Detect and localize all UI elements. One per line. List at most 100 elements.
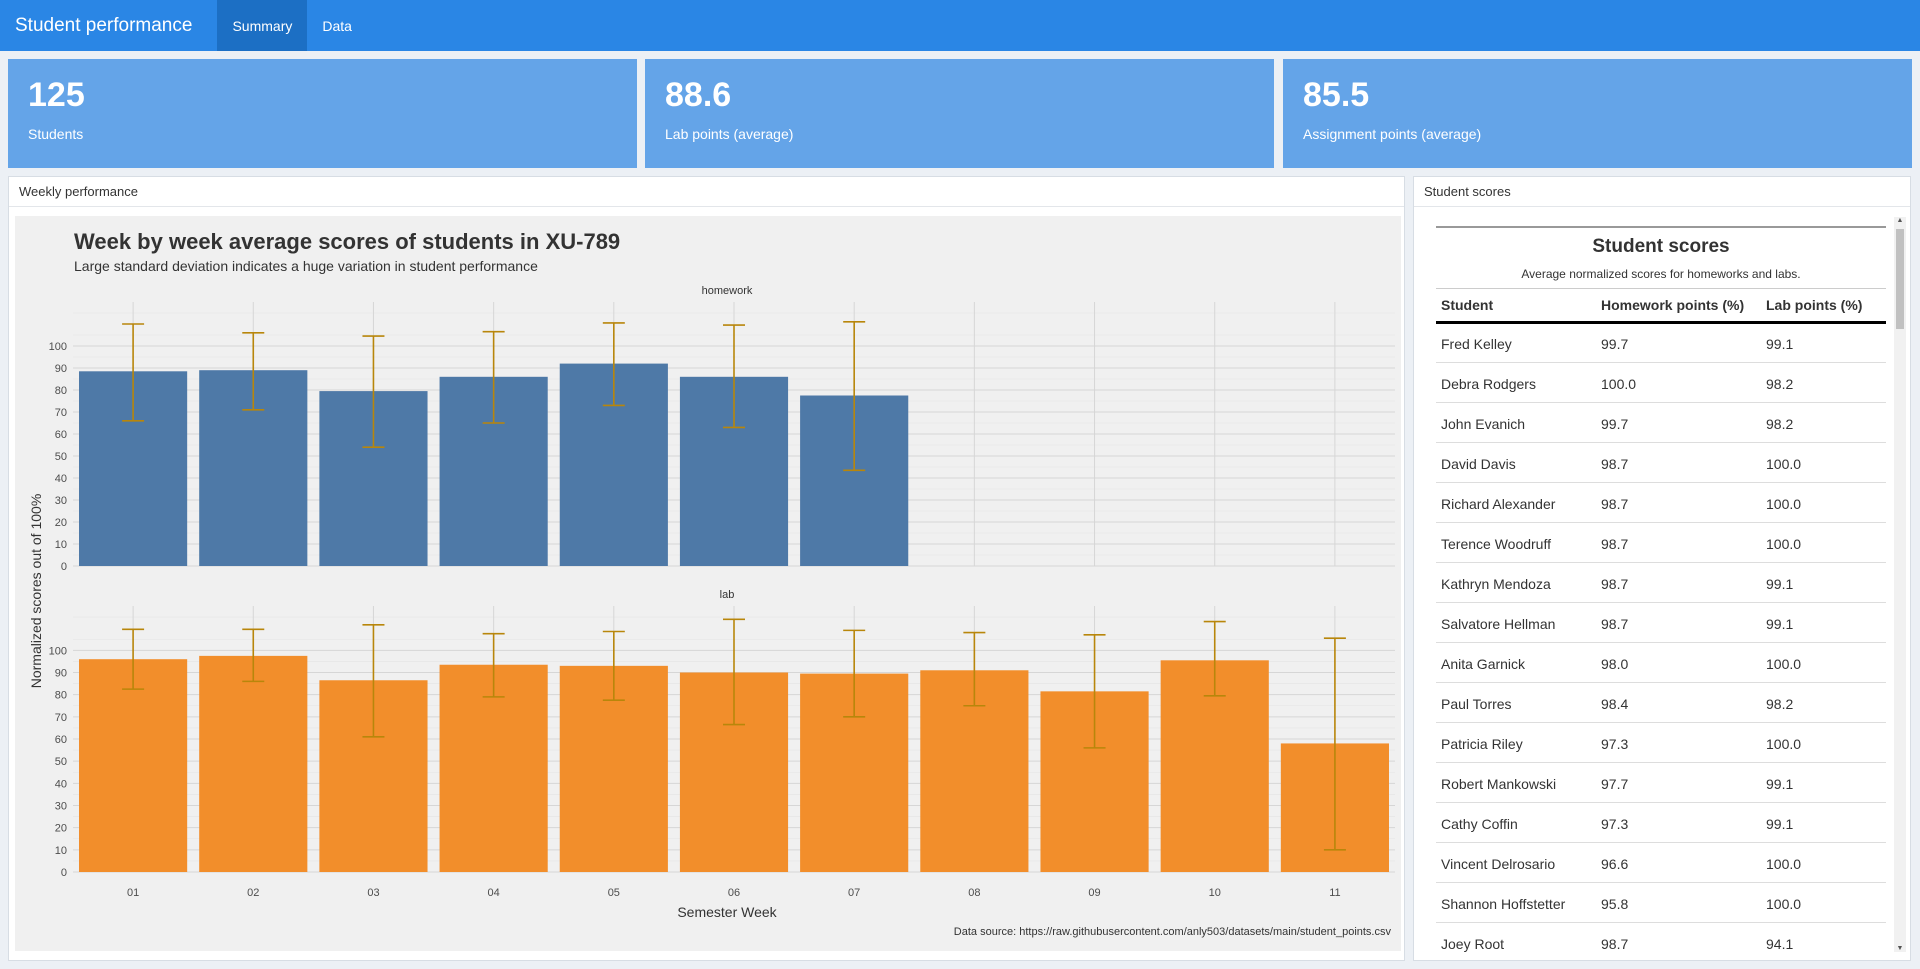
cell-lab-points: 98.2 <box>1761 402 1886 443</box>
cell-homework-points: 96.6 <box>1596 842 1761 883</box>
scores-table-scroll[interactable]: Student scores Average normalized scores… <box>1414 208 1910 960</box>
y-tick-label: 40 <box>55 473 67 485</box>
cell-homework-points: 100.0 <box>1596 362 1761 403</box>
table-header-row: Student Homework points (%) Lab points (… <box>1436 289 1886 324</box>
y-tick-label: 70 <box>55 407 67 419</box>
cell-homework-points: 97.3 <box>1596 722 1761 763</box>
student-scores-table: Student Homework points (%) Lab points (… <box>1436 289 1886 960</box>
cell-homework-points: 95.8 <box>1596 882 1761 923</box>
tab-summary[interactable]: Summary <box>217 0 308 51</box>
cell-student: Kathryn Mendoza <box>1436 562 1596 603</box>
cell-homework-points: 98.7 <box>1596 922 1761 960</box>
cell-homework-points: 98.7 <box>1596 442 1761 483</box>
table-row: Patricia Riley 97.3 100.0 <box>1436 722 1886 763</box>
cell-student: Robert Mankowski <box>1436 762 1596 803</box>
table-row: Kathryn Mendoza 98.7 99.1 <box>1436 562 1886 603</box>
y-tick-label: 60 <box>55 734 67 746</box>
cell-lab-points: 100.0 <box>1761 442 1886 483</box>
tab-data[interactable]: Data <box>307 0 367 51</box>
x-tick-label: 06 <box>728 887 740 899</box>
table-row: Robert Mankowski 97.7 99.1 <box>1436 762 1886 803</box>
cell-student: Terence Woodruff <box>1436 522 1596 563</box>
x-tick-label: 01 <box>127 887 139 899</box>
cell-student: Patricia Riley <box>1436 722 1596 763</box>
cell-homework-points: 99.7 <box>1596 402 1761 443</box>
table-row: Salvatore Hellman 98.7 99.1 <box>1436 602 1886 643</box>
cell-lab-points: 99.1 <box>1761 762 1886 803</box>
x-tick-label: 07 <box>848 887 860 899</box>
cell-lab-points: 99.1 <box>1761 802 1886 843</box>
y-tick-label: 70 <box>55 712 67 724</box>
y-tick-label: 100 <box>49 645 67 657</box>
cell-student: Shannon Hoffstetter <box>1436 882 1596 923</box>
table-scrollbar[interactable]: ▲ ▼ <box>1894 217 1906 952</box>
column-header-student[interactable]: Student <box>1436 289 1596 324</box>
cell-lab-points: 100.0 <box>1761 842 1886 883</box>
column-header-homework[interactable]: Homework points (%) <box>1596 289 1761 324</box>
bar-lab-week-01 <box>79 659 188 872</box>
x-axis-title: Semester Week <box>677 904 777 920</box>
cell-lab-points: 100.0 <box>1761 722 1886 763</box>
table-row: Anita Garnick 98.0 100.0 <box>1436 642 1886 683</box>
chart-area: Week by week average scores of students … <box>15 216 1401 951</box>
cell-homework-points: 98.0 <box>1596 642 1761 683</box>
value-box-label: Assignment points (average) <box>1303 126 1482 143</box>
cell-lab-points: 99.1 <box>1761 562 1886 603</box>
value-box-label: Students <box>28 126 84 143</box>
cell-lab-points: 100.0 <box>1761 482 1886 523</box>
cell-homework-points: 97.3 <box>1596 802 1761 843</box>
x-tick-label: 10 <box>1209 887 1221 899</box>
cell-lab-points: 94.1 <box>1761 922 1886 960</box>
cell-student: Cathy Coffin <box>1436 802 1596 843</box>
x-tick-label: 03 <box>367 887 379 899</box>
scroll-up-arrow-icon[interactable]: ▲ <box>1894 217 1906 224</box>
table-title: Student scores <box>1436 226 1886 258</box>
top-navbar: Student performance Summary Data <box>0 0 1920 51</box>
cell-lab-points: 99.1 <box>1761 322 1886 363</box>
y-tick-label: 10 <box>55 845 67 857</box>
value-box-label: Lab points (average) <box>665 126 794 143</box>
y-tick-label: 20 <box>55 823 67 835</box>
student-scores-card: Student scores Student scores Average no… <box>1413 176 1911 961</box>
cell-homework-points: 97.7 <box>1596 762 1761 803</box>
y-tick-label: 90 <box>55 668 67 680</box>
value-box-lab-points: 88.6 Lab points (average) <box>645 59 1274 168</box>
cell-lab-points: 100.0 <box>1761 882 1886 923</box>
value-box-assignment-points: 85.5 Assignment points (average) <box>1283 59 1912 168</box>
scroll-down-arrow-icon[interactable]: ▼ <box>1894 945 1906 952</box>
card-title: Weekly performance <box>9 177 1404 207</box>
x-tick-label: 04 <box>488 887 500 899</box>
x-tick-label: 02 <box>247 887 259 899</box>
x-tick-label: 11 <box>1329 887 1340 899</box>
cell-student: Joey Root <box>1436 922 1596 960</box>
value-box-students: 125 Students <box>8 59 637 168</box>
cell-homework-points: 98.7 <box>1596 482 1761 523</box>
y-tick-label: 50 <box>55 756 67 768</box>
table-row: Shannon Hoffstetter 95.8 100.0 <box>1436 882 1886 923</box>
cell-lab-points: 100.0 <box>1761 642 1886 683</box>
cell-student: Salvatore Hellman <box>1436 602 1596 643</box>
cell-student: Paul Torres <box>1436 682 1596 723</box>
cell-homework-points: 98.4 <box>1596 682 1761 723</box>
app-title[interactable]: Student performance <box>0 0 217 51</box>
y-tick-label: 80 <box>55 385 67 397</box>
weekly-performance-card: Weekly performance Week by week average … <box>8 176 1405 961</box>
y-tick-label: 20 <box>55 517 67 529</box>
y-tick-label: 40 <box>55 778 67 790</box>
y-tick-label: 60 <box>55 429 67 441</box>
y-tick-label: 100 <box>49 341 67 353</box>
table-row: John Evanich 99.7 98.2 <box>1436 402 1886 443</box>
weekly-scores-chart: Week by week average scores of students … <box>28 229 1395 938</box>
cell-lab-points: 99.1 <box>1761 602 1886 643</box>
table-row: Fred Kelley 99.7 99.1 <box>1436 322 1886 363</box>
y-tick-label: 50 <box>55 451 67 463</box>
table-row: Cathy Coffin 97.3 99.1 <box>1436 802 1886 843</box>
value-box-value: 125 <box>28 76 85 114</box>
card-title: Student scores <box>1414 177 1910 207</box>
y-tick-label: 80 <box>55 690 67 702</box>
cell-student: Richard Alexander <box>1436 482 1596 523</box>
column-header-lab[interactable]: Lab points (%) <box>1761 289 1886 324</box>
scrollbar-thumb[interactable] <box>1896 229 1904 329</box>
table-row: Vincent Delrosario 96.6 100.0 <box>1436 842 1886 883</box>
cell-student: John Evanich <box>1436 402 1596 443</box>
